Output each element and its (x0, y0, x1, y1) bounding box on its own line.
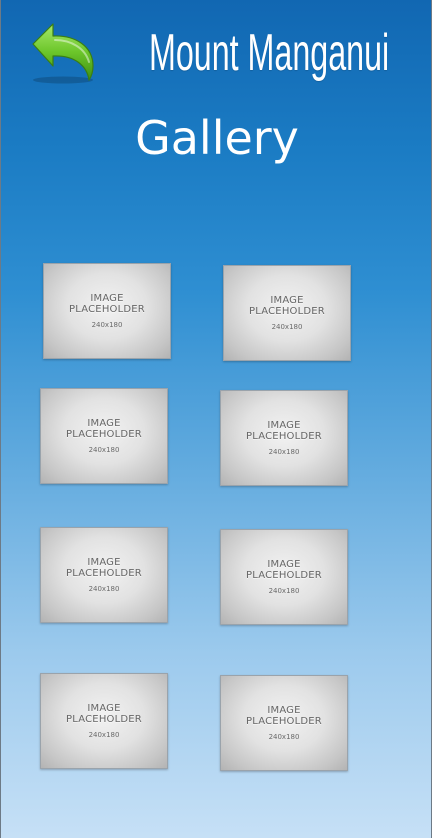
gallery-thumbnail[interactable]: IMAGE PLACEHOLDER 240x180 (43, 263, 171, 359)
placeholder-size: 240x180 (88, 584, 120, 593)
gallery-thumbnail[interactable]: IMAGE PLACEHOLDER 240x180 (40, 673, 168, 769)
placeholder-label: PLACEHOLDER (66, 428, 142, 440)
gallery-thumbnail[interactable]: IMAGE PLACEHOLDER 240x180 (40, 527, 168, 623)
app-title: Mount Manganui (149, 24, 390, 82)
placeholder-label: PLACEHOLDER (66, 713, 142, 725)
placeholder-label: PLACEHOLDER (246, 569, 322, 581)
back-arrow-icon (32, 23, 94, 84)
placeholder-label: IMAGE (87, 556, 121, 568)
placeholder-label: PLACEHOLDER (249, 305, 325, 317)
placeholder-label: IMAGE (267, 704, 301, 716)
placeholder-label: PLACEHOLDER (69, 303, 145, 315)
gallery-thumbnail[interactable]: IMAGE PLACEHOLDER 240x180 (220, 675, 348, 771)
placeholder-label: IMAGE (267, 558, 301, 570)
placeholder-size: 240x180 (91, 320, 123, 329)
gallery-thumbnail[interactable]: IMAGE PLACEHOLDER 240x180 (223, 265, 351, 361)
placeholder-label: IMAGE (267, 419, 301, 431)
placeholder-label: IMAGE (270, 294, 304, 306)
placeholder-label: PLACEHOLDER (246, 430, 322, 442)
placeholder-size: 240x180 (88, 730, 120, 739)
placeholder-size: 240x180 (268, 732, 300, 741)
page-title: Gallery (135, 111, 299, 165)
placeholder-label: PLACEHOLDER (66, 567, 142, 579)
placeholder-label: PLACEHOLDER (246, 715, 322, 727)
placeholder-size: 240x180 (88, 445, 120, 454)
gallery-thumbnail[interactable]: IMAGE PLACEHOLDER 240x180 (220, 529, 348, 625)
placeholder-label: IMAGE (87, 702, 121, 714)
back-button[interactable] (31, 22, 97, 86)
placeholder-size: 240x180 (268, 586, 300, 595)
gallery-thumbnail[interactable]: IMAGE PLACEHOLDER 240x180 (220, 390, 348, 486)
placeholder-label: IMAGE (90, 292, 124, 304)
placeholder-size: 240x180 (271, 322, 303, 331)
placeholder-label: IMAGE (87, 417, 121, 429)
gallery-screen: Mount Manganui Gallery IMAGE PLACEHOLDER… (0, 0, 432, 838)
gallery-thumbnail[interactable]: IMAGE PLACEHOLDER 240x180 (40, 388, 168, 484)
placeholder-size: 240x180 (268, 447, 300, 456)
